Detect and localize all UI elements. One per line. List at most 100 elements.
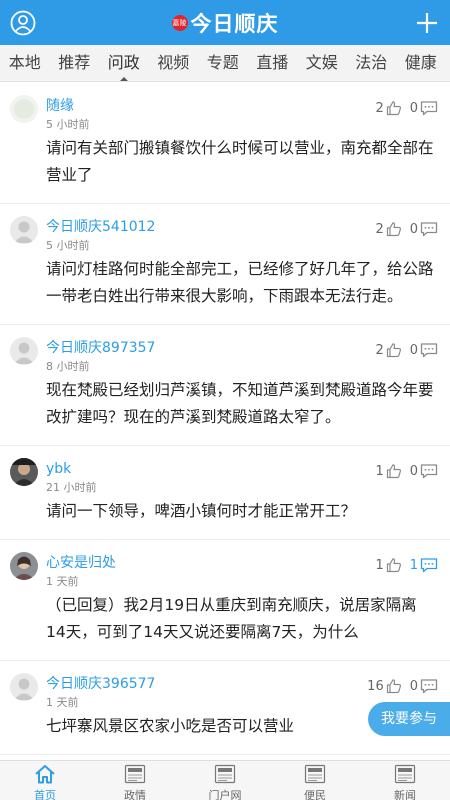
- like-count: 2: [375, 221, 384, 237]
- tab-item[interactable]: 视频: [149, 45, 199, 81]
- comment-button[interactable]: 1: [410, 557, 438, 573]
- post-item[interactable]: 今日顺庆897357 8 小时前 现在梵殿已经划归芦溪镇，不知道芦溪到梵殿道路今年要…: [0, 325, 450, 446]
- active-tab-indicator: [118, 76, 129, 81]
- comment-count: 0: [409, 221, 418, 237]
- comment-icon: [420, 342, 438, 358]
- nav-label: 政情: [124, 789, 146, 800]
- avatar[interactable]: [10, 95, 38, 123]
- post-stats: 20: [375, 221, 438, 237]
- like-count: 2: [375, 100, 384, 116]
- home-icon: [34, 764, 56, 788]
- top-bar: 嘉陵 今日顺庆: [0, 0, 450, 45]
- post-time: 1 天前: [46, 575, 79, 588]
- user-profile-button[interactable]: [6, 6, 40, 40]
- nav-item[interactable]: 政情: [90, 761, 180, 800]
- logo-text: 今日顺庆: [190, 10, 279, 36]
- comment-icon: [420, 557, 438, 573]
- avatar[interactable]: [10, 552, 38, 580]
- thumbs-up-icon: [386, 221, 402, 237]
- avatar[interactable]: [10, 337, 38, 365]
- logo-seal: 嘉陵: [171, 14, 188, 31]
- like-button[interactable]: 2: [375, 221, 401, 237]
- like-button[interactable]: 2: [375, 342, 401, 358]
- post-content[interactable]: 请问灯桂路何时能全部完工，已经修了好几年了，给公路一带老白姓出行带来很大影响，下…: [46, 256, 436, 324]
- comment-icon: [420, 221, 438, 237]
- post-item[interactable]: 今日顺庆541012 5 小时前 请问灯桂路何时能全部完工，已经修了好几年了，给公路…: [0, 204, 450, 325]
- comment-icon: [420, 678, 438, 694]
- like-button[interactable]: 2: [375, 100, 401, 116]
- avatar[interactable]: [10, 458, 38, 486]
- comment-count: 0: [409, 342, 418, 358]
- post-content[interactable]: 请问有关部门搬镇餐饮什么时候可以营业，南充都全部在营业了: [46, 135, 436, 203]
- comment-count: 1: [409, 557, 418, 573]
- post-content[interactable]: 现在梵殿已经划归芦溪镇，不知道芦溪到梵殿道路今年要改扩建吗？现在的芦溪到梵殿道路…: [46, 377, 436, 445]
- nav-label: 便民: [304, 789, 326, 800]
- bottom-nav: 首页 政情 门户网 便民 新闻: [0, 760, 450, 800]
- category-tabs: 本地 推荐 问政 视频 专题 直播 文娱 法治 健康: [0, 45, 450, 82]
- thumbs-up-icon: [386, 342, 402, 358]
- nav-label: 首页: [34, 789, 56, 800]
- like-button[interactable]: 1: [375, 463, 401, 479]
- post-time: 21 小时前: [46, 481, 97, 494]
- comment-count: 0: [409, 100, 418, 116]
- thumbs-up-icon: [386, 678, 402, 694]
- nav-item[interactable]: 便民: [270, 761, 360, 800]
- tab-item[interactable]: 健康: [396, 45, 446, 81]
- thumbs-up-icon: [386, 100, 402, 116]
- plus-icon: [417, 13, 437, 33]
- post-stats: 16 0: [367, 678, 438, 694]
- post-item[interactable]: 心安是归处 1 天前 （已回复）我2月19日从重庆到南充顺庆，说居家隔离14天，可到…: [0, 540, 450, 661]
- comment-icon: [420, 100, 438, 116]
- nav-label: 门户网: [208, 789, 242, 800]
- comment-button[interactable]: 0: [410, 221, 438, 237]
- like-count: 16: [367, 678, 384, 694]
- user-icon: [10, 10, 36, 36]
- post-stats: 20: [375, 342, 438, 358]
- post-content[interactable]: （已回复）我2月19日从重庆到南充顺庆，说居家隔离14天，可到了14天又说还要隔…: [46, 592, 436, 660]
- nav-item[interactable]: 首页: [0, 761, 90, 800]
- app-logo: 嘉陵 今日顺庆: [171, 8, 279, 38]
- post-item[interactable]: 随缘 5 小时前 请问有关部门搬镇餐饮什么时候可以营业，南充都全部在营业了 2 0: [0, 83, 450, 204]
- avatar[interactable]: [10, 673, 38, 701]
- comment-count: 0: [409, 678, 418, 694]
- comment-button[interactable]: 0: [410, 100, 438, 116]
- post-time: 5 小时前: [46, 118, 90, 131]
- post-time: 5 小时前: [46, 239, 90, 252]
- tab-item[interactable]: 问政: [99, 45, 149, 81]
- news-icon: [214, 764, 236, 788]
- post-item[interactable]: ybk 21 小时前 请问一下领导，啤酒小镇何时才能正常开工？ 1 0: [0, 446, 450, 540]
- comment-button[interactable]: 0: [410, 678, 438, 694]
- tab-item[interactable]: 本地: [0, 45, 50, 81]
- like-count: 2: [375, 342, 384, 358]
- post-list: 随缘 5 小时前 请问有关部门搬镇餐饮什么时候可以营业，南充都全部在营业了 2 0 今日顺…: [0, 83, 450, 760]
- news-icon: [124, 764, 146, 788]
- nav-label: 新闻: [394, 789, 416, 800]
- comment-icon: [420, 463, 438, 479]
- nav-item[interactable]: 门户网: [180, 761, 270, 800]
- news-icon: [394, 764, 416, 788]
- like-count: 1: [375, 557, 384, 573]
- comment-button[interactable]: 0: [410, 463, 438, 479]
- comment-count: 0: [409, 463, 418, 479]
- avatar[interactable]: [10, 216, 38, 244]
- thumbs-up-icon: [386, 557, 402, 573]
- like-count: 1: [375, 463, 384, 479]
- tab-item[interactable]: 文娱: [297, 45, 347, 81]
- tab-item[interactable]: 推荐: [50, 45, 100, 81]
- comment-button[interactable]: 0: [410, 342, 438, 358]
- tab-item[interactable]: 专题: [198, 45, 248, 81]
- news-icon: [304, 764, 326, 788]
- join-button[interactable]: 我要参与: [368, 702, 450, 736]
- like-button[interactable]: 16: [367, 678, 402, 694]
- tab-item[interactable]: 直播: [248, 45, 298, 81]
- thumbs-up-icon: [386, 463, 402, 479]
- nav-item[interactable]: 新闻: [360, 761, 450, 800]
- post-content[interactable]: 请问一下领导，啤酒小镇何时才能正常开工？: [46, 498, 436, 539]
- like-button[interactable]: 1: [375, 557, 401, 573]
- tab-item[interactable]: 法治: [347, 45, 397, 81]
- post-stats: 20: [375, 100, 438, 116]
- post-time: 8 小时前: [46, 360, 90, 373]
- post-stats: 10: [375, 463, 438, 479]
- post-stats: 11: [375, 557, 438, 573]
- add-button[interactable]: [410, 6, 444, 40]
